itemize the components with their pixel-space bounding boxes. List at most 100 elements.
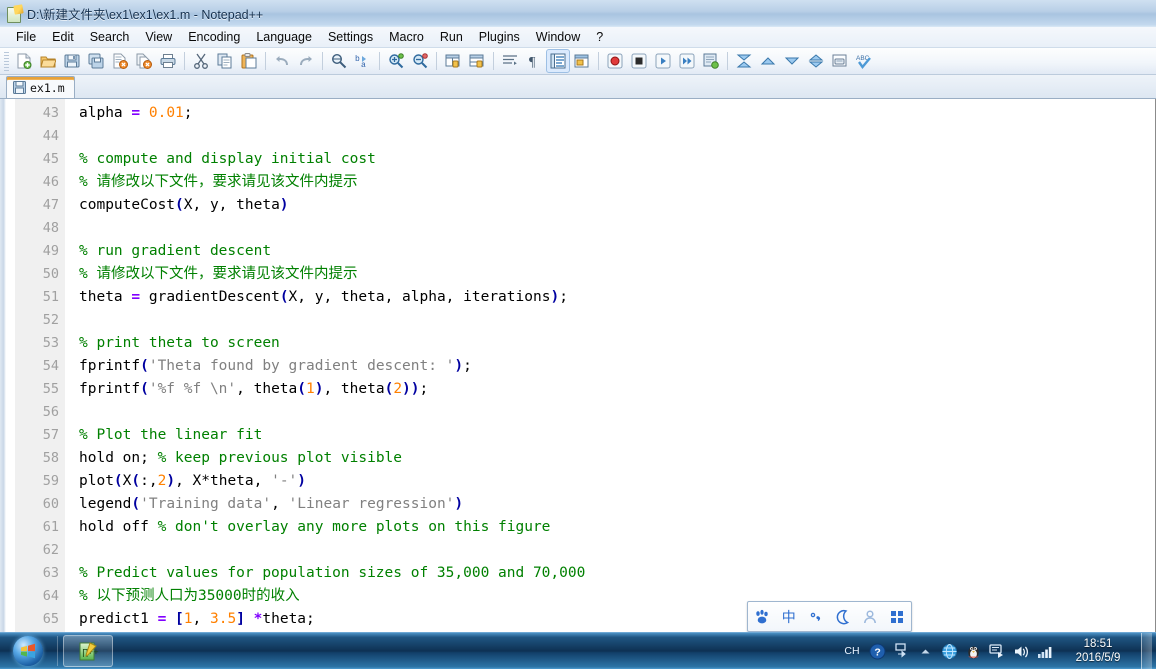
code-line[interactable]: fprintf('%f %f \n', theta(1), theta(2));	[79, 378, 428, 401]
code-text-area[interactable]: alpha = 0.01; % compute and display initi…	[79, 99, 1154, 632]
code-token: hold off	[79, 519, 158, 535]
keyboard-grid-icon[interactable]	[886, 606, 908, 628]
sync-vertical-icon[interactable]	[442, 50, 464, 72]
redo-icon[interactable]	[295, 50, 317, 72]
undo-icon[interactable]	[271, 50, 293, 72]
zoom-out-icon[interactable]	[409, 50, 431, 72]
spell-check-icon[interactable]: ABC	[853, 50, 875, 72]
new-file-icon[interactable]	[13, 50, 35, 72]
ime-tray-icon[interactable]	[987, 641, 1007, 661]
replace-icon[interactable]: b a	[352, 50, 374, 72]
close-file-icon[interactable]	[109, 50, 131, 72]
tab-label: ex1.m	[30, 80, 65, 95]
menu-item-macro[interactable]: Macro	[381, 28, 432, 46]
code-token: % 以下预测人口为35000时的收入	[79, 588, 300, 604]
save-all-icon[interactable]	[85, 50, 107, 72]
open-file-icon[interactable]	[37, 50, 59, 72]
print-icon[interactable]	[157, 50, 179, 72]
code-token: 'Theta found by gradient descent: '	[148, 358, 455, 374]
close-all-icon[interactable]	[133, 50, 155, 72]
chinese-mode-icon[interactable]: 中	[778, 606, 800, 628]
code-line[interactable]: plot(X(:,2), X*theta, '-')	[79, 470, 306, 493]
code-line[interactable]: legend('Training data', 'Linear regressi…	[79, 493, 463, 516]
find-icon[interactable]	[328, 50, 350, 72]
copy-icon[interactable]	[214, 50, 236, 72]
line-number: 62	[42, 542, 59, 558]
line-number: 57	[42, 427, 59, 443]
baidu-ime-toolbar[interactable]: 中	[747, 601, 912, 632]
menu-item-run[interactable]: Run	[432, 28, 471, 46]
moon-mode-icon[interactable]	[832, 606, 854, 628]
show-hidden-icons-chevron[interactable]	[915, 641, 935, 661]
ime-status-icon[interactable]	[891, 641, 911, 661]
menu-item-view[interactable]: View	[137, 28, 180, 46]
taskbar-item-notepad-plus-plus[interactable]: ∏++	[63, 635, 113, 667]
expand-all-icon[interactable]	[805, 50, 827, 72]
toolbar-grip[interactable]	[4, 51, 9, 71]
cut-icon[interactable]	[190, 50, 212, 72]
collapse-level-icon[interactable]	[757, 50, 779, 72]
show-untitled-icon[interactable]	[829, 50, 851, 72]
record-macro-icon[interactable]	[604, 50, 626, 72]
save-macro-icon[interactable]	[700, 50, 722, 72]
code-line[interactable]: % Predict values for population sizes of…	[79, 562, 585, 585]
menu-item-encoding[interactable]: Encoding	[180, 28, 248, 46]
code-line[interactable]: % Plot the linear fit	[79, 424, 262, 447]
code-line[interactable]: predict1 = [1, 3.5] *theta;	[79, 608, 315, 631]
save-icon[interactable]	[61, 50, 83, 72]
collapse-all-icon[interactable]	[733, 50, 755, 72]
zoom-in-icon[interactable]	[385, 50, 407, 72]
code-line[interactable]: theta = gradientDescent(X, y, theta, alp…	[79, 286, 568, 309]
menu-item-language[interactable]: Language	[248, 28, 320, 46]
menu-item-window[interactable]: Window	[528, 28, 588, 46]
code-token: % Predict values for population sizes of…	[79, 565, 586, 581]
uncollapse-level-icon[interactable]	[781, 50, 803, 72]
browser-icon[interactable]	[939, 641, 959, 661]
menu-item-edit[interactable]: Edit	[44, 28, 82, 46]
code-line[interactable]: alpha = 0.01;	[79, 102, 193, 125]
code-line[interactable]: % 请修改以下文件，要求请见该文件内提示	[79, 171, 357, 194]
fold-margin[interactable]	[65, 99, 79, 632]
word-wrap-icon[interactable]	[499, 50, 521, 72]
code-line[interactable]: hold off % don't overlay any more plots …	[79, 516, 550, 539]
line-number: 63	[42, 565, 59, 581]
help-icon[interactable]: ?	[867, 641, 887, 661]
menu-item-settings[interactable]: Settings	[320, 28, 381, 46]
paste-icon[interactable]	[238, 50, 260, 72]
stop-macro-icon[interactable]	[628, 50, 650, 72]
toolbar-separator	[493, 52, 494, 70]
code-line[interactable]: % 以下预测人口为35000时的收入	[79, 585, 300, 608]
code-line[interactable]: % compute and display initial cost	[79, 148, 376, 171]
start-button[interactable]	[1, 634, 55, 668]
user-icon[interactable]	[859, 606, 881, 628]
run-macro-multiple-icon[interactable]	[676, 50, 698, 72]
indent-guide-icon[interactable]	[546, 49, 570, 73]
code-line[interactable]: fprintf('Theta found by gradient descent…	[79, 355, 472, 378]
sync-horizontal-icon[interactable]	[466, 50, 488, 72]
line-number: 56	[42, 404, 59, 420]
code-token: plot	[79, 473, 114, 489]
menu-item-file[interactable]: File	[8, 28, 44, 46]
menu-item-help[interactable]: ?	[588, 28, 611, 46]
code-line[interactable]: computeCost(X, y, theta)	[79, 194, 289, 217]
taskbar-clock[interactable]: 18:51 2016/5/9	[1059, 637, 1137, 665]
code-line[interactable]: hold on; % keep previous plot visible	[79, 447, 402, 470]
language-indicator[interactable]: CH	[841, 641, 863, 661]
play-macro-icon[interactable]	[652, 50, 674, 72]
code-line[interactable]: % print theta to screen	[79, 332, 280, 355]
code-token: , X*theta,	[175, 473, 272, 489]
volume-icon[interactable]	[1011, 641, 1031, 661]
network-icon[interactable]	[1035, 641, 1055, 661]
user-defined-dialog-icon[interactable]	[571, 50, 593, 72]
menu-item-search[interactable]: Search	[82, 28, 138, 46]
code-line[interactable]: % 请修改以下文件，要求请见该文件内提示	[79, 263, 357, 286]
tab-ex1-m[interactable]: ex1.m	[6, 76, 75, 98]
show-desktop-button[interactable]	[1141, 633, 1152, 669]
baidu-paw-logo-icon[interactable]	[751, 606, 773, 628]
code-line[interactable]: % run gradient descent	[79, 240, 271, 263]
qq-penguin-icon[interactable]	[963, 641, 983, 661]
punctuation-mode-icon[interactable]	[805, 606, 827, 628]
code-editor[interactable]: 43 44 45 46 47 48 49 50 51 52 53 54 55 56 57 58 59 60 61 62…	[0, 99, 1156, 632]
menu-item-plugins[interactable]: Plugins	[471, 28, 528, 46]
show-all-chars-icon[interactable]: ¶	[523, 50, 545, 72]
